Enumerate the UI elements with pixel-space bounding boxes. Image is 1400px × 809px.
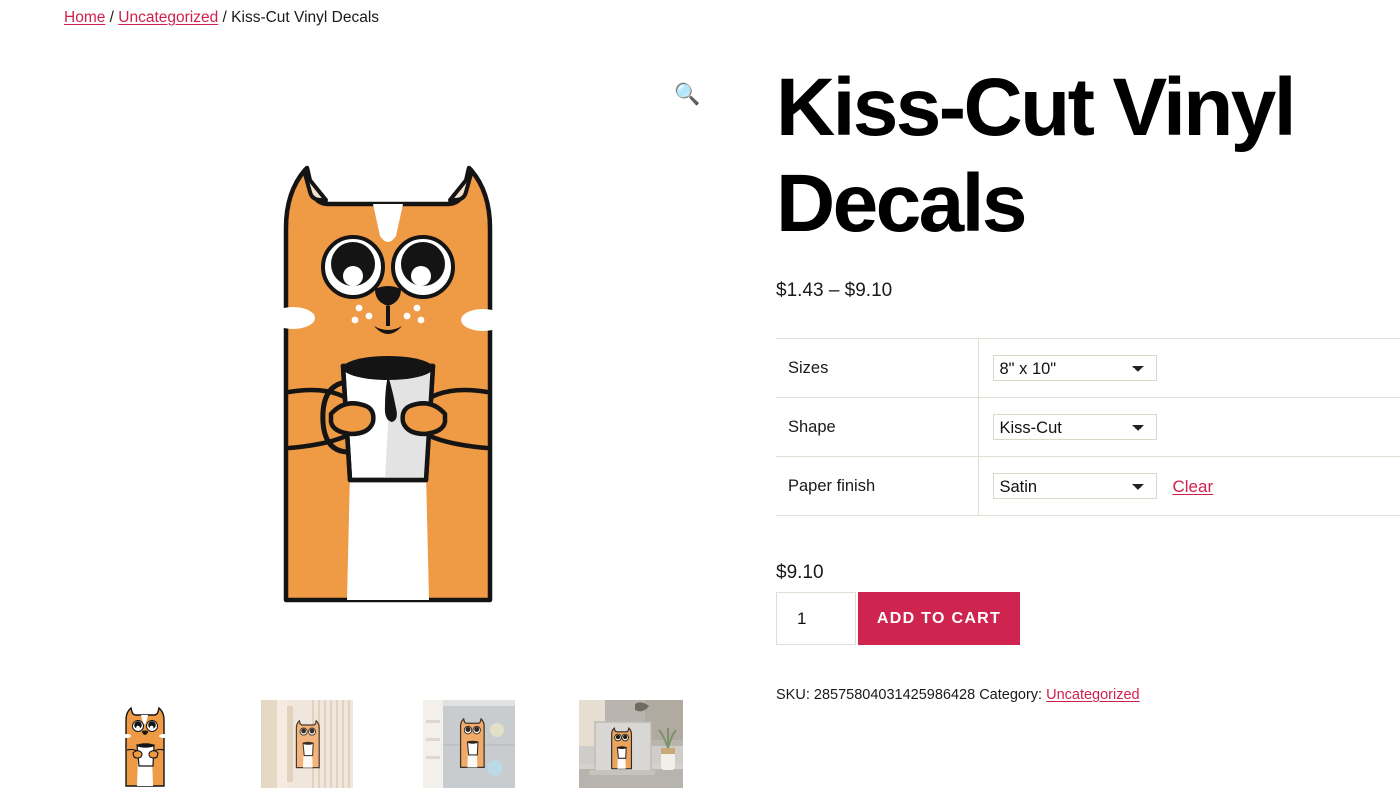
quantity-input[interactable] xyxy=(776,592,856,645)
thumb-on-laptop-image xyxy=(579,700,683,788)
sku-label: SKU: xyxy=(776,687,810,703)
clear-variations-link[interactable]: Clear xyxy=(1173,477,1214,496)
add-to-cart-row: ADD TO CART xyxy=(776,592,1400,645)
sizes-select[interactable]: 8" x 10" xyxy=(992,355,1157,381)
page-title: Kiss-Cut Vinyl Decals xyxy=(776,62,1297,249)
thumb-on-wall-image xyxy=(261,700,353,788)
table-row: Sizes 8" x 10" xyxy=(776,338,1400,398)
product-summary: Kiss-Cut Vinyl Decals $1.43 – $9.10 Size… xyxy=(776,60,1400,703)
product-meta: SKU: 28575804031425986428 Category: Unca… xyxy=(776,687,1400,703)
thumbnail-3-on-fridge[interactable] xyxy=(388,700,550,796)
sku-value: 28575804031425986428 xyxy=(813,687,976,703)
add-to-cart-button[interactable]: ADD TO CART xyxy=(858,592,1020,645)
variation-label-sizes: Sizes xyxy=(776,338,979,398)
thumb-on-fridge-image xyxy=(423,700,515,788)
variation-value-paper-finish: Satin Clear xyxy=(978,457,1400,516)
cat-decal-illustration xyxy=(271,159,505,609)
breadcrumb-separator-1: / xyxy=(105,9,119,26)
category-label: Category: xyxy=(979,687,1043,703)
thumbnail-strip xyxy=(64,700,712,796)
product-gallery: 🔍 xyxy=(64,60,712,700)
shape-select[interactable]: Kiss-Cut xyxy=(992,414,1157,440)
main-product-image[interactable] xyxy=(64,60,712,680)
thumbnail-1-sticker-plain[interactable] xyxy=(64,700,226,796)
breadcrumb: Home / Uncategorized / Kiss-Cut Vinyl De… xyxy=(64,8,379,28)
thumb-sticker-plain-image xyxy=(123,706,167,787)
breadcrumb-separator-2: / xyxy=(218,9,232,26)
breadcrumb-link-category[interactable]: Uncategorized xyxy=(118,9,218,26)
table-row: Paper finish Satin Clear xyxy=(776,456,1400,516)
variation-value-sizes: 8" x 10" xyxy=(978,339,1400,398)
thumbnail-2-on-wall[interactable] xyxy=(226,700,388,796)
variation-value-shape: Kiss-Cut xyxy=(978,398,1400,457)
paper-finish-select[interactable]: Satin xyxy=(992,473,1157,499)
variation-label-paper-finish: Paper finish xyxy=(776,456,979,516)
table-row: Shape Kiss-Cut xyxy=(776,397,1400,457)
price-range: $1.43 – $9.10 xyxy=(776,280,893,301)
breadcrumb-link-home[interactable]: Home xyxy=(64,9,105,26)
variations-table: Sizes 8" x 10" Shape Kiss-Cut Paper fini… xyxy=(776,338,1400,516)
thumbnail-4-on-laptop[interactable] xyxy=(550,700,712,796)
category-link[interactable]: Uncategorized xyxy=(1046,687,1140,703)
breadcrumb-current: Kiss-Cut Vinyl Decals xyxy=(231,9,380,26)
variation-label-shape: Shape xyxy=(776,397,979,457)
selected-variation-price: $9.10 xyxy=(776,562,824,583)
zoom-magnifier-icon[interactable]: 🔍 xyxy=(674,82,700,108)
